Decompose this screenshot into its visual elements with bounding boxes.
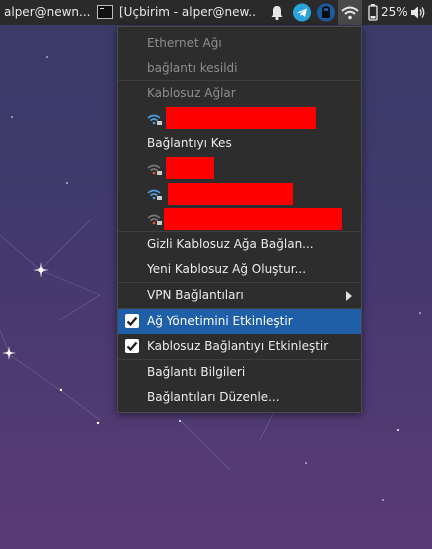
- star: [96, 421, 100, 425]
- submenu-arrow-icon: [346, 291, 352, 301]
- star: [46, 56, 48, 58]
- vpn-lock-icon[interactable]: [316, 0, 336, 25]
- vpn-connections-item[interactable]: VPN Bağlantıları: [118, 283, 361, 308]
- star: [33, 262, 49, 278]
- checkbox-checked-icon[interactable]: [125, 339, 139, 353]
- taskbar-item-terminal-2[interactable]: [Uçbirim - alper@new...: [97, 0, 257, 25]
- battery-icon[interactable]: [366, 0, 380, 25]
- volume-icon[interactable]: [409, 0, 427, 25]
- top-panel: alper@newn... [Uçbirim - alper@new... 25…: [0, 0, 432, 25]
- wifi-tray-icon[interactable]: [338, 0, 362, 25]
- connection-info-item[interactable]: Bağlantı Bilgileri: [118, 360, 361, 385]
- wifi-network-item-active[interactable]: [118, 106, 361, 131]
- wifi-network-item[interactable]: [118, 156, 361, 181]
- star: [305, 462, 307, 464]
- bell-icon[interactable]: [268, 0, 286, 25]
- wifi-weak-signal-icon: [147, 164, 162, 175]
- wifi-weak-signal-icon: [147, 214, 162, 225]
- wifi-network-item[interactable]: [118, 206, 361, 231]
- edit-connections-item[interactable]: Bağlantıları Düzenle...: [118, 385, 361, 410]
- redacted-network-name: [166, 107, 316, 129]
- star: [382, 499, 384, 501]
- taskbar-item-label: [Uçbirim - alper@new...: [119, 5, 257, 19]
- terminal-icon: [97, 4, 113, 19]
- taskbar-item-terminal-1[interactable]: alper@newn...: [0, 0, 94, 25]
- redacted-network-name: [166, 157, 214, 179]
- battery-percent: 25%: [381, 5, 408, 19]
- star: [179, 420, 181, 422]
- taskbar-item-label: alper@newn...: [4, 5, 91, 19]
- ethernet-status: bağlantı kesildi: [147, 61, 238, 75]
- star: [66, 182, 68, 184]
- wifi-secure-signal-icon: [147, 189, 162, 200]
- connect-hidden-wifi-item[interactable]: Gizli Kablosuz Ağa Bağlan...: [118, 232, 361, 257]
- redacted-network-name: [168, 183, 293, 205]
- checkbox-checked-icon[interactable]: [125, 314, 139, 328]
- wireless-header: Kablosuz Ağlar: [147, 86, 236, 100]
- enable-wireless-item[interactable]: Kablosuz Bağlantıyı Etkinleştir: [118, 334, 361, 359]
- network-menu: Ethernet Ağı bağlantı kesildi Kablosuz A…: [117, 26, 362, 413]
- star: [59, 388, 63, 392]
- redacted-network-name: [164, 208, 342, 230]
- ethernet-header: Ethernet Ağı: [147, 36, 222, 50]
- disconnect-menu-item[interactable]: Bağlantıyı Kes: [118, 131, 361, 156]
- create-new-wifi-item[interactable]: Yeni Kablosuz Ağ Oluştur...: [118, 257, 361, 282]
- star: [397, 429, 399, 431]
- wifi-secure-signal-icon: [147, 114, 162, 125]
- wifi-network-item[interactable]: [118, 181, 361, 206]
- star: [419, 312, 421, 314]
- enable-networking-item[interactable]: Ağ Yönetimini Etkinleştir: [118, 309, 361, 334]
- star: [11, 116, 13, 118]
- telegram-icon[interactable]: [291, 0, 313, 25]
